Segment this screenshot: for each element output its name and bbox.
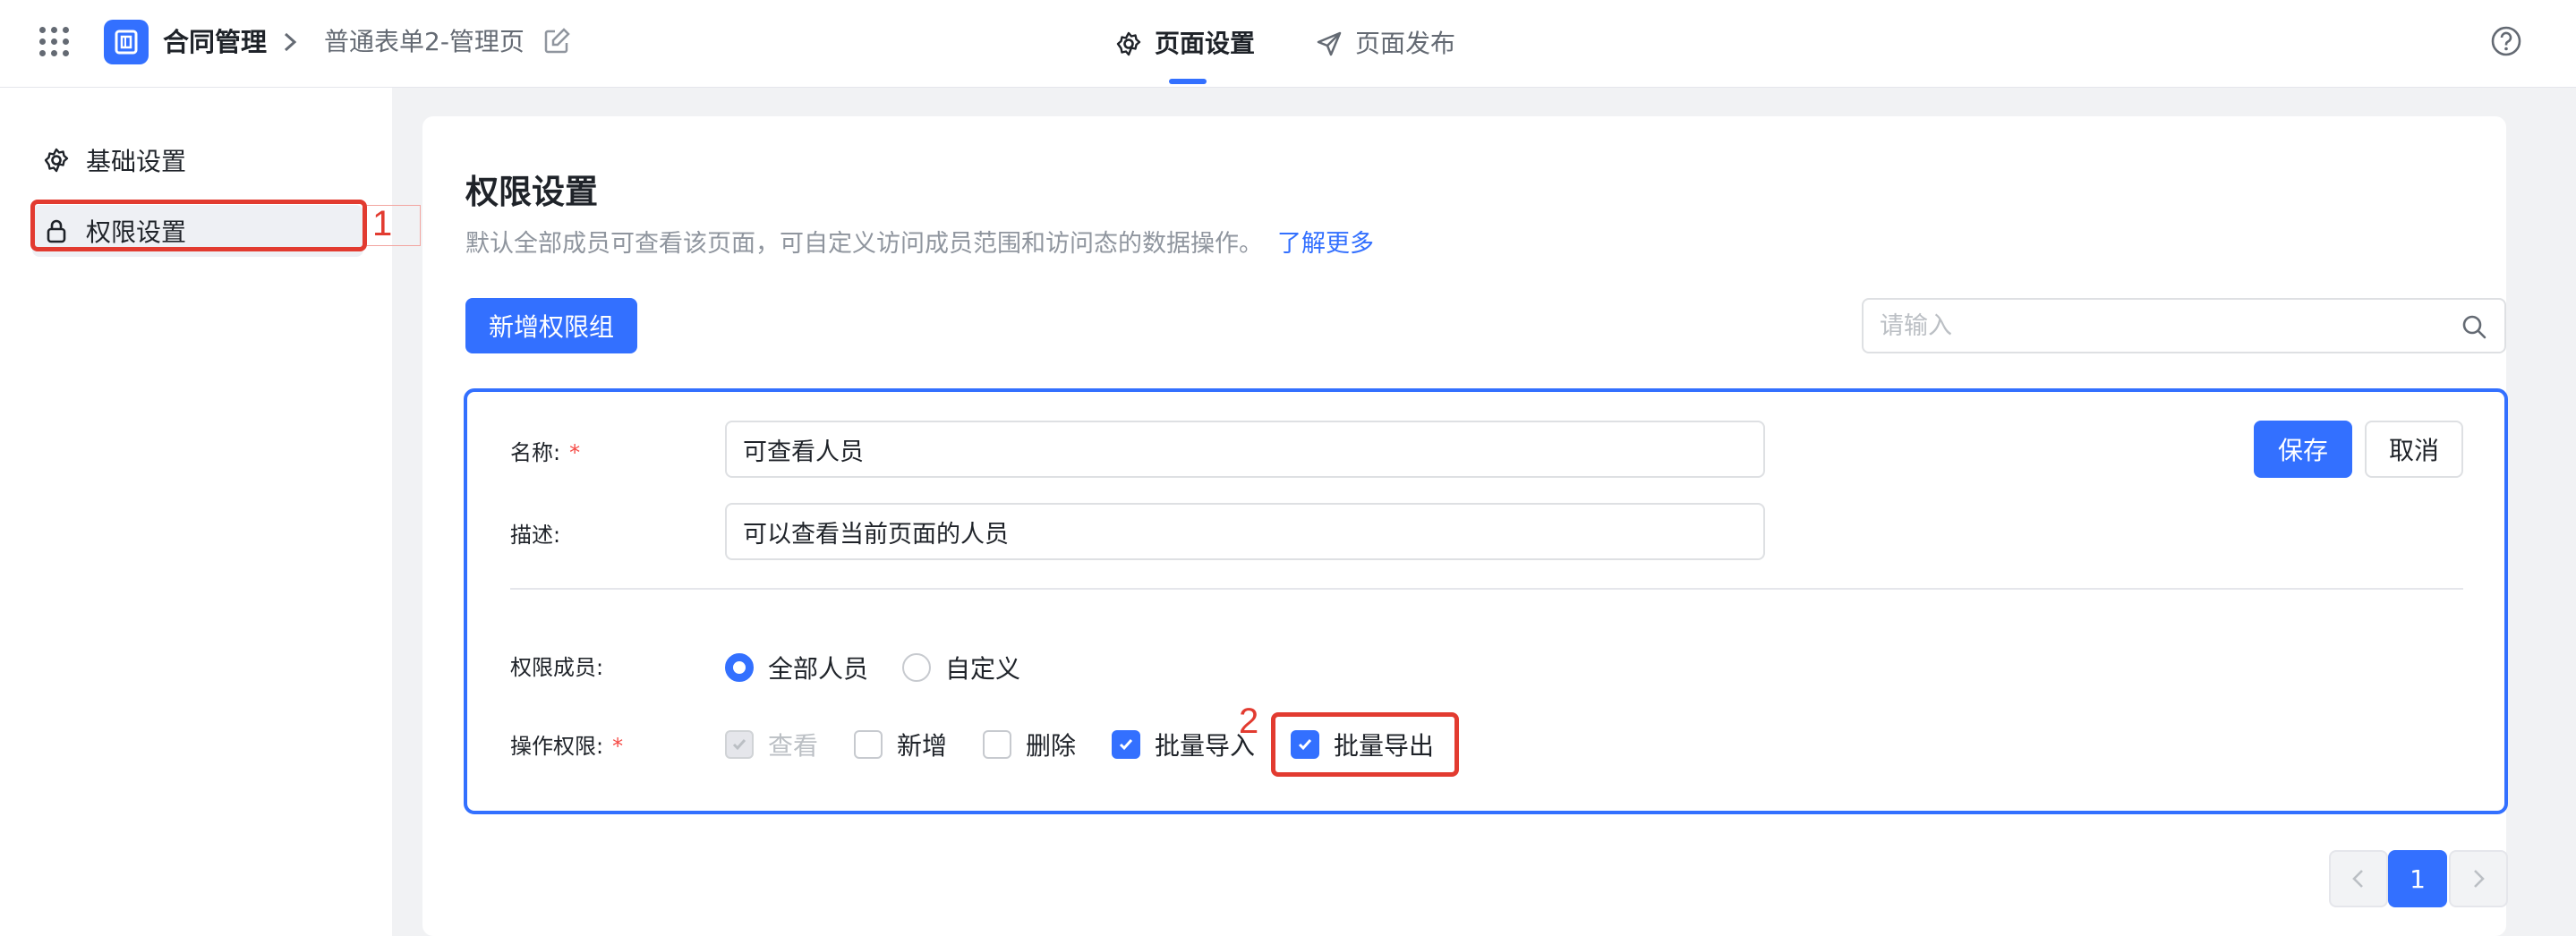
operations-label: 操作权限: * bbox=[510, 734, 624, 759]
checkbox-label: 新增 bbox=[897, 731, 948, 761]
annotation-highlight-box bbox=[30, 200, 367, 251]
gear-icon bbox=[44, 148, 69, 173]
name-label: 名称: * bbox=[510, 440, 581, 465]
checkbox-add[interactable]: 新增 bbox=[854, 727, 947, 762]
help-icon[interactable] bbox=[2490, 25, 2522, 57]
description-label: 描述: bbox=[510, 523, 561, 548]
pagination-page-button[interactable]: 1 bbox=[2388, 850, 2447, 907]
search-field[interactable] bbox=[1862, 298, 2506, 353]
annotation-step-number: 2 bbox=[1239, 702, 1259, 741]
sidebar-item-basic-settings[interactable]: 基础设置 bbox=[32, 134, 363, 186]
breadcrumb-page-name[interactable]: 普通表单2-管理页 bbox=[324, 23, 525, 61]
radio-label: 自定义 bbox=[945, 654, 1021, 684]
send-icon bbox=[1317, 31, 1342, 56]
members-label: 权限成员: bbox=[510, 655, 604, 680]
apps-grid-icon[interactable] bbox=[39, 27, 70, 57]
search-input[interactable] bbox=[1880, 311, 2417, 340]
search-icon[interactable] bbox=[2460, 312, 2488, 341]
radio-indicator bbox=[902, 653, 931, 682]
top-header: 合同管理 普通表单2-管理页 页面设置 页面发布 bbox=[0, 0, 2576, 88]
form-divider bbox=[510, 588, 2463, 590]
chevron-right-icon bbox=[284, 32, 297, 52]
edit-icon[interactable] bbox=[542, 27, 571, 55]
description-text: 默认全部成员可查看该页面，可自定义访问成员范围和访问态的数据操作。 bbox=[465, 230, 1263, 258]
app-title[interactable]: 合同管理 bbox=[163, 23, 267, 61]
checkbox-indicator bbox=[983, 730, 1011, 759]
required-mark: * bbox=[569, 440, 581, 465]
tab-page-settings[interactable]: 页面设置 bbox=[1115, 23, 1255, 64]
radio-label: 全部人员 bbox=[768, 654, 869, 684]
checkbox-delete[interactable]: 删除 bbox=[983, 727, 1076, 762]
radio-all-members[interactable]: 全部人员 bbox=[725, 650, 868, 685]
active-tab-indicator bbox=[1169, 79, 1207, 84]
checkbox-label: 删除 bbox=[1026, 731, 1077, 761]
checkbox-label: 查看 bbox=[768, 731, 819, 761]
sidebar-item-label: 基础设置 bbox=[86, 147, 187, 176]
annotation-highlight-box bbox=[1271, 712, 1459, 777]
radio-custom-members[interactable]: 自定义 bbox=[902, 650, 1020, 685]
tab-page-publish[interactable]: 页面发布 bbox=[1316, 23, 1455, 64]
checkbox-indicator bbox=[1112, 730, 1140, 759]
group-description-input[interactable] bbox=[725, 503, 1765, 560]
chevron-left-icon bbox=[2352, 870, 2363, 888]
required-mark: * bbox=[612, 734, 624, 759]
save-button[interactable]: 保存 bbox=[2254, 421, 2352, 478]
radio-selected-indicator bbox=[725, 653, 754, 682]
checkbox-view: 查看 bbox=[725, 727, 818, 762]
checkbox-indicator bbox=[854, 730, 883, 759]
pagination-prev-button[interactable] bbox=[2329, 850, 2388, 907]
learn-more-link[interactable]: 了解更多 bbox=[1277, 230, 1374, 258]
annotation-step-number: 1 bbox=[372, 204, 393, 243]
tab-label: 页面发布 bbox=[1355, 29, 1456, 58]
checkbox-indicator bbox=[725, 730, 754, 759]
gear-icon bbox=[1116, 31, 1141, 56]
page-title: 权限设置 bbox=[465, 173, 598, 211]
page-description: 默认全部成员可查看该页面，可自定义访问成员范围和访问态的数据操作。 了解更多 bbox=[465, 224, 1374, 259]
add-permission-group-button[interactable]: 新增权限组 bbox=[465, 298, 637, 353]
app-logo-icon bbox=[104, 20, 149, 64]
pagination-next-button[interactable] bbox=[2449, 850, 2508, 907]
chevron-right-icon bbox=[2474, 870, 2485, 888]
group-name-input[interactable] bbox=[725, 421, 1765, 478]
tab-label: 页面设置 bbox=[1155, 29, 1256, 58]
checkbox-batch-import[interactable]: 批量导入 bbox=[1112, 727, 1255, 762]
cancel-button[interactable]: 取消 bbox=[2365, 421, 2463, 478]
